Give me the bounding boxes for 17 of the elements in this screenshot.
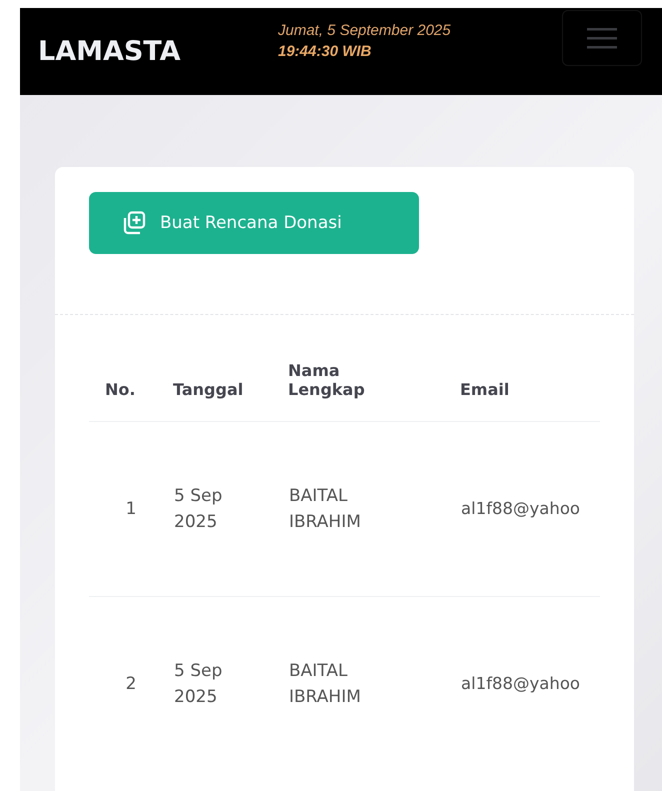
table-cell-text: 5 Sep 2025	[174, 660, 224, 709]
table-cell-text: al1f88@yahoo	[461, 498, 580, 520]
time-text: 19:44:30 WIB	[278, 42, 372, 60]
column-header: Email	[460, 380, 510, 399]
column-header: No.	[105, 380, 136, 399]
column-header: Nama Lengkap	[288, 361, 366, 399]
table-cell-text: 1	[126, 498, 136, 521]
logo[interactable]: LAMASTA	[38, 36, 278, 67]
table-cell-text: BAITAL IBRAHIM	[289, 484, 362, 534]
table-cell-text: 2	[126, 672, 136, 696]
menu-button[interactable]	[562, 10, 642, 66]
column-header: Tanggal	[173, 380, 244, 399]
table-cell-text: BAITAL IBRAHIM	[289, 660, 362, 709]
table-cell-text: al1f88@yahoo	[461, 672, 580, 695]
date-text: Jumat, 5 September 2025	[278, 22, 452, 38]
add-copy-icon	[122, 211, 146, 235]
table-cell-text: 5 Sep 2025	[174, 484, 224, 534]
